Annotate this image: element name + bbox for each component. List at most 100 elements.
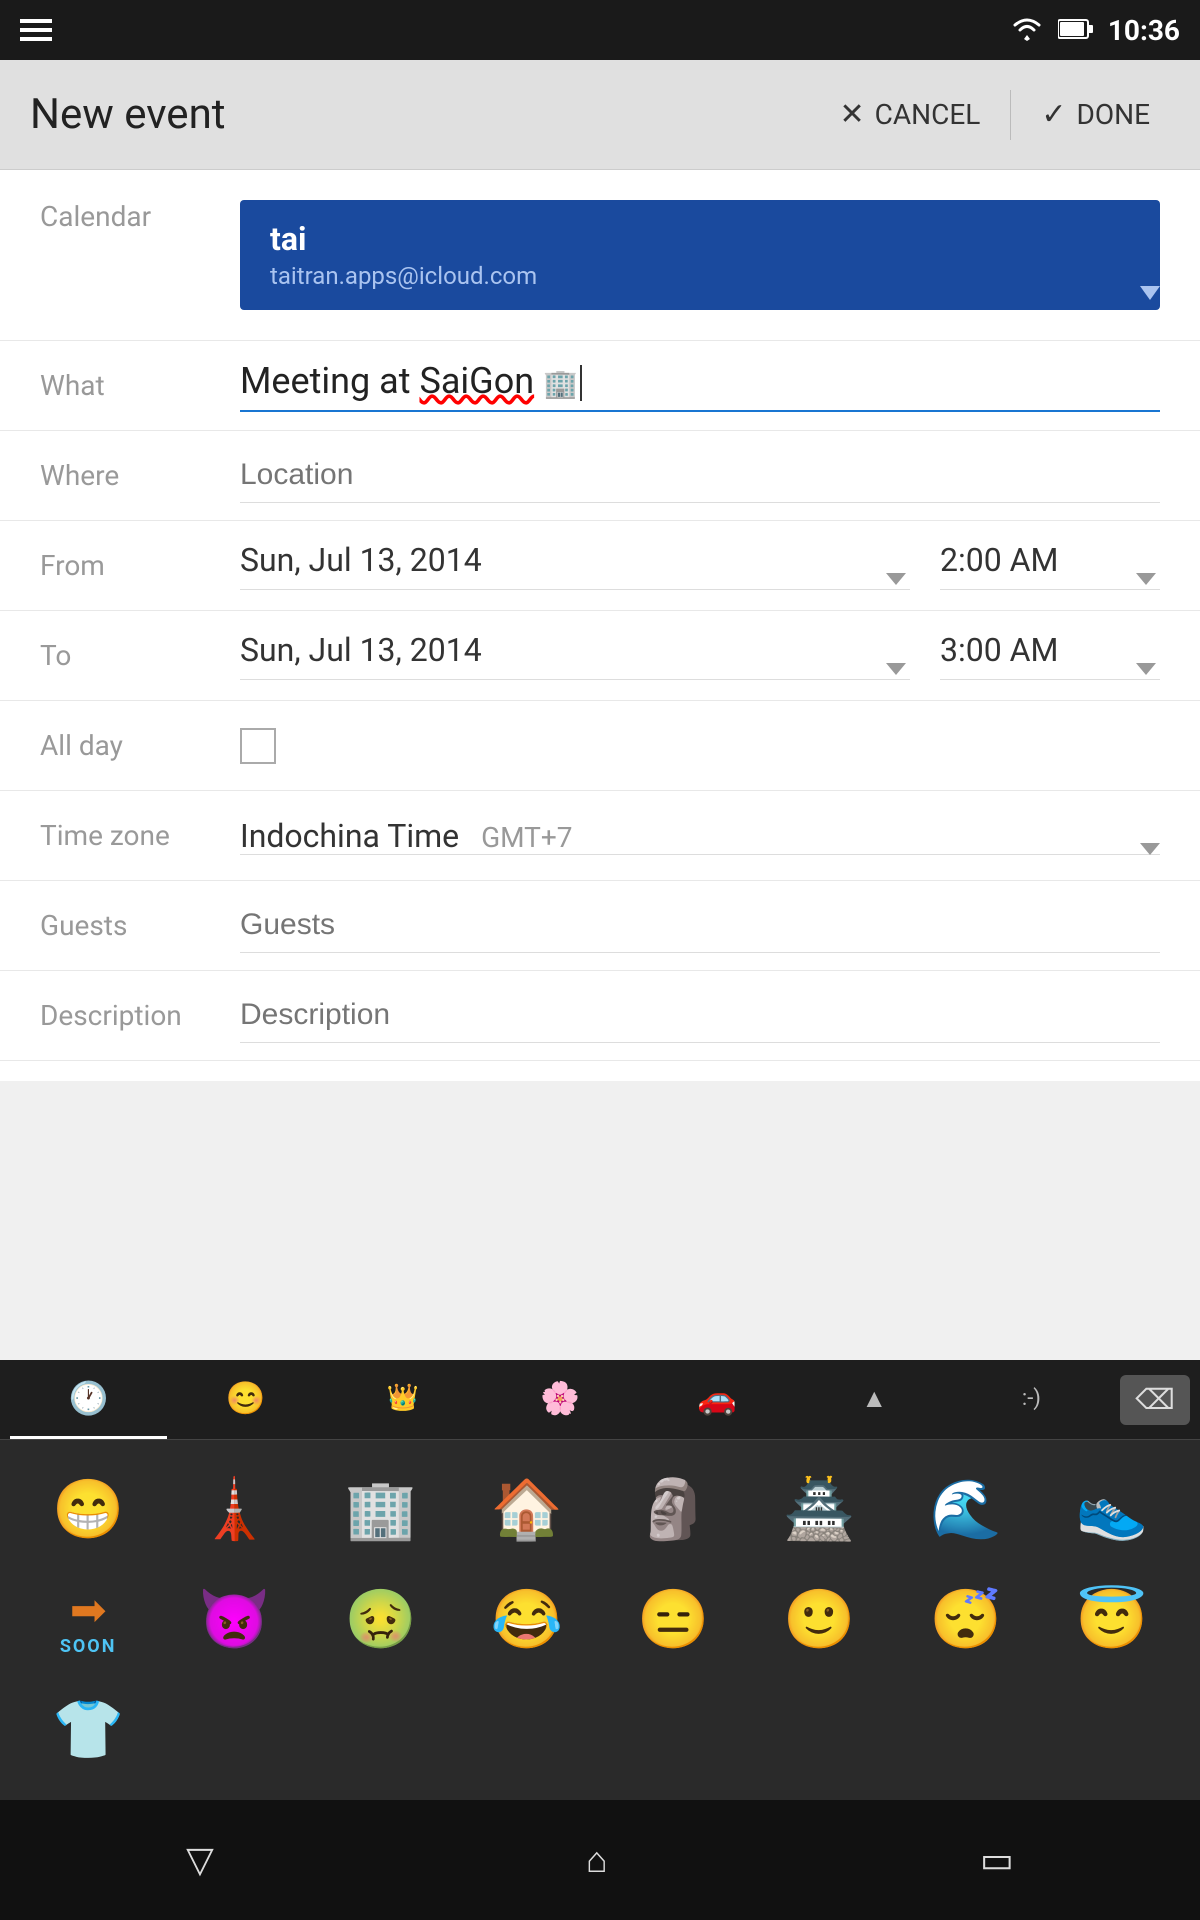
from-time[interactable]: 2:00 AM: [940, 541, 1160, 590]
emoji-devil[interactable]: 👿: [166, 1570, 302, 1670]
cancel-label: CANCEL: [875, 98, 981, 131]
what-row: What Meeting at SaiGon 🏢: [0, 341, 1200, 431]
recent-apps-button[interactable]: ▭: [980, 1839, 1014, 1881]
to-row: To Sun, Jul 13, 2014 3:00 AM: [0, 611, 1200, 701]
where-label: Where: [40, 459, 240, 492]
home-button[interactable]: ⌂: [586, 1839, 608, 1881]
to-label: To: [40, 639, 240, 672]
what-text-saigon: SaiGon: [419, 360, 534, 402]
where-value[interactable]: [240, 448, 1160, 503]
to-date-arrow: [886, 663, 906, 675]
from-row: From Sun, Jul 13, 2014 2:00 AM: [0, 521, 1200, 611]
from-date[interactable]: Sun, Jul 13, 2014: [240, 541, 910, 590]
emoji-delete-button[interactable]: ⌫: [1120, 1375, 1190, 1425]
emoji-castle[interactable]: 🏯: [751, 1460, 887, 1560]
back-icon: ▽: [186, 1839, 214, 1881]
emoji-neutral[interactable]: 😑: [605, 1570, 741, 1670]
calendar-email: taitran.apps@icloud.com: [270, 262, 1130, 290]
from-time-arrow: [1136, 573, 1156, 585]
description-row: Description: [0, 971, 1200, 1061]
text-cursor: [580, 365, 582, 401]
done-icon: ✓: [1041, 97, 1066, 132]
cancel-icon: ✕: [840, 97, 865, 132]
status-bar-right: 10:36: [1010, 13, 1180, 48]
guests-row: Guests: [0, 881, 1200, 971]
status-bar-left: [20, 19, 52, 41]
calendar-name: tai: [270, 220, 1130, 258]
soon-arrow-icon: ➡: [70, 1584, 107, 1636]
calendar-dropdown-arrow: [1140, 286, 1160, 300]
allday-label: All day: [40, 729, 240, 762]
calendar-label: Calendar: [40, 200, 240, 233]
emoji-tab-symbols[interactable]: ▲: [796, 1360, 953, 1439]
to-time[interactable]: 3:00 AM: [940, 631, 1160, 680]
allday-row: All day: [0, 701, 1200, 791]
smileys-icon: 😊: [226, 1379, 266, 1417]
page-title: New event: [30, 90, 226, 139]
emoji-smile[interactable]: 🙂: [751, 1570, 887, 1670]
nav-bar: ▽ ⌂ ▭: [0, 1800, 1200, 1920]
emoticons-icon: :-): [1022, 1386, 1041, 1411]
nature-icon: 🌸: [540, 1379, 580, 1417]
timezone-row: Time zone Indochina Time GMT+7: [0, 791, 1200, 881]
description-input[interactable]: [240, 988, 1160, 1043]
emoji-water[interactable]: 🌊: [898, 1460, 1034, 1560]
travel-icon: 🚗: [697, 1379, 737, 1417]
cancel-button[interactable]: ✕ CANCEL: [820, 87, 1001, 142]
allday-checkbox[interactable]: [240, 728, 276, 764]
emoji-tab-recent[interactable]: 🕐: [10, 1360, 167, 1439]
divider: [1010, 90, 1011, 140]
top-bar-actions: ✕ CANCEL ✓ DONE: [820, 87, 1171, 142]
back-button[interactable]: ▽: [186, 1839, 214, 1881]
form-area: Calendar tai taitran.apps@icloud.com Wha…: [0, 170, 1200, 1081]
to-date-value: Sun, Jul 13, 2014: [240, 631, 482, 669]
from-time-value: 2:00 AM: [940, 541, 1058, 579]
emoji-angel[interactable]: 😇: [1044, 1570, 1180, 1670]
calendar-value[interactable]: tai taitran.apps@icloud.com: [240, 200, 1160, 310]
recent-apps-icon: ▭: [980, 1839, 1014, 1881]
soon-text: SOON: [60, 1636, 117, 1657]
emoji-grid: 😁 🗼 🏢 🏠 🗿 🏯 🌊 👟 ➡ SOON 👿 🤢 😂 😑 🙂 😴 😇 👕: [0, 1440, 1200, 1800]
emoji-tab-smileys[interactable]: 😊: [167, 1360, 324, 1439]
description-label: Description: [40, 999, 240, 1032]
emoji-sick[interactable]: 🤢: [313, 1570, 449, 1670]
calendar-row: Calendar tai taitran.apps@icloud.com: [0, 170, 1200, 341]
emoji-tab-emoticons[interactable]: :-): [953, 1360, 1110, 1439]
emoji-soon[interactable]: ➡ SOON: [20, 1570, 156, 1670]
emoji-office[interactable]: 🏢: [313, 1460, 449, 1560]
emoji-shirt[interactable]: 👕: [20, 1680, 156, 1780]
location-input[interactable]: [240, 448, 1160, 503]
timezone-value[interactable]: Indochina Time GMT+7: [240, 817, 1160, 855]
emoji-building: 🏢: [543, 366, 578, 399]
menu-icon: [20, 19, 52, 41]
calendar-selector[interactable]: tai taitran.apps@icloud.com: [240, 200, 1160, 310]
description-value[interactable]: [240, 988, 1160, 1043]
clock-display: 10:36: [1108, 14, 1180, 47]
from-label: From: [40, 549, 240, 582]
timezone-name: Indochina Time: [240, 817, 459, 855]
emoji-tab-nature[interactable]: 🌸: [481, 1360, 638, 1439]
done-button[interactable]: ✓ DONE: [1021, 87, 1170, 142]
emoji-shoe[interactable]: 👟: [1044, 1460, 1180, 1560]
emoji-house[interactable]: 🏠: [459, 1460, 595, 1560]
emoji-tabs: 🕐 😊 👑 🌸 🚗 ▲ :-) ⌫: [0, 1360, 1200, 1440]
symbols-icon: ▲: [861, 1383, 887, 1414]
guests-value[interactable]: [240, 898, 1160, 953]
to-date[interactable]: Sun, Jul 13, 2014: [240, 631, 910, 680]
emoji-tower[interactable]: 🗼: [166, 1460, 302, 1560]
where-row: Where: [0, 431, 1200, 521]
emoji-grinning[interactable]: 😁: [20, 1460, 156, 1560]
emoji-laugh[interactable]: 😂: [459, 1570, 595, 1670]
emoji-moai[interactable]: 🗿: [605, 1460, 741, 1560]
delete-icon: ⌫: [1135, 1383, 1175, 1416]
guests-input[interactable]: [240, 898, 1160, 953]
wifi-icon: [1010, 13, 1044, 48]
emoji-sleepy[interactable]: 😴: [898, 1570, 1034, 1670]
to-time-arrow: [1136, 663, 1156, 675]
emoji-tab-objects[interactable]: 👑: [324, 1360, 481, 1439]
emoji-tab-travel[interactable]: 🚗: [639, 1360, 796, 1439]
objects-icon: 👑: [387, 1383, 419, 1413]
status-bar: 10:36: [0, 0, 1200, 60]
timezone-label: Time zone: [40, 819, 240, 852]
to-time-value: 3:00 AM: [940, 631, 1058, 669]
